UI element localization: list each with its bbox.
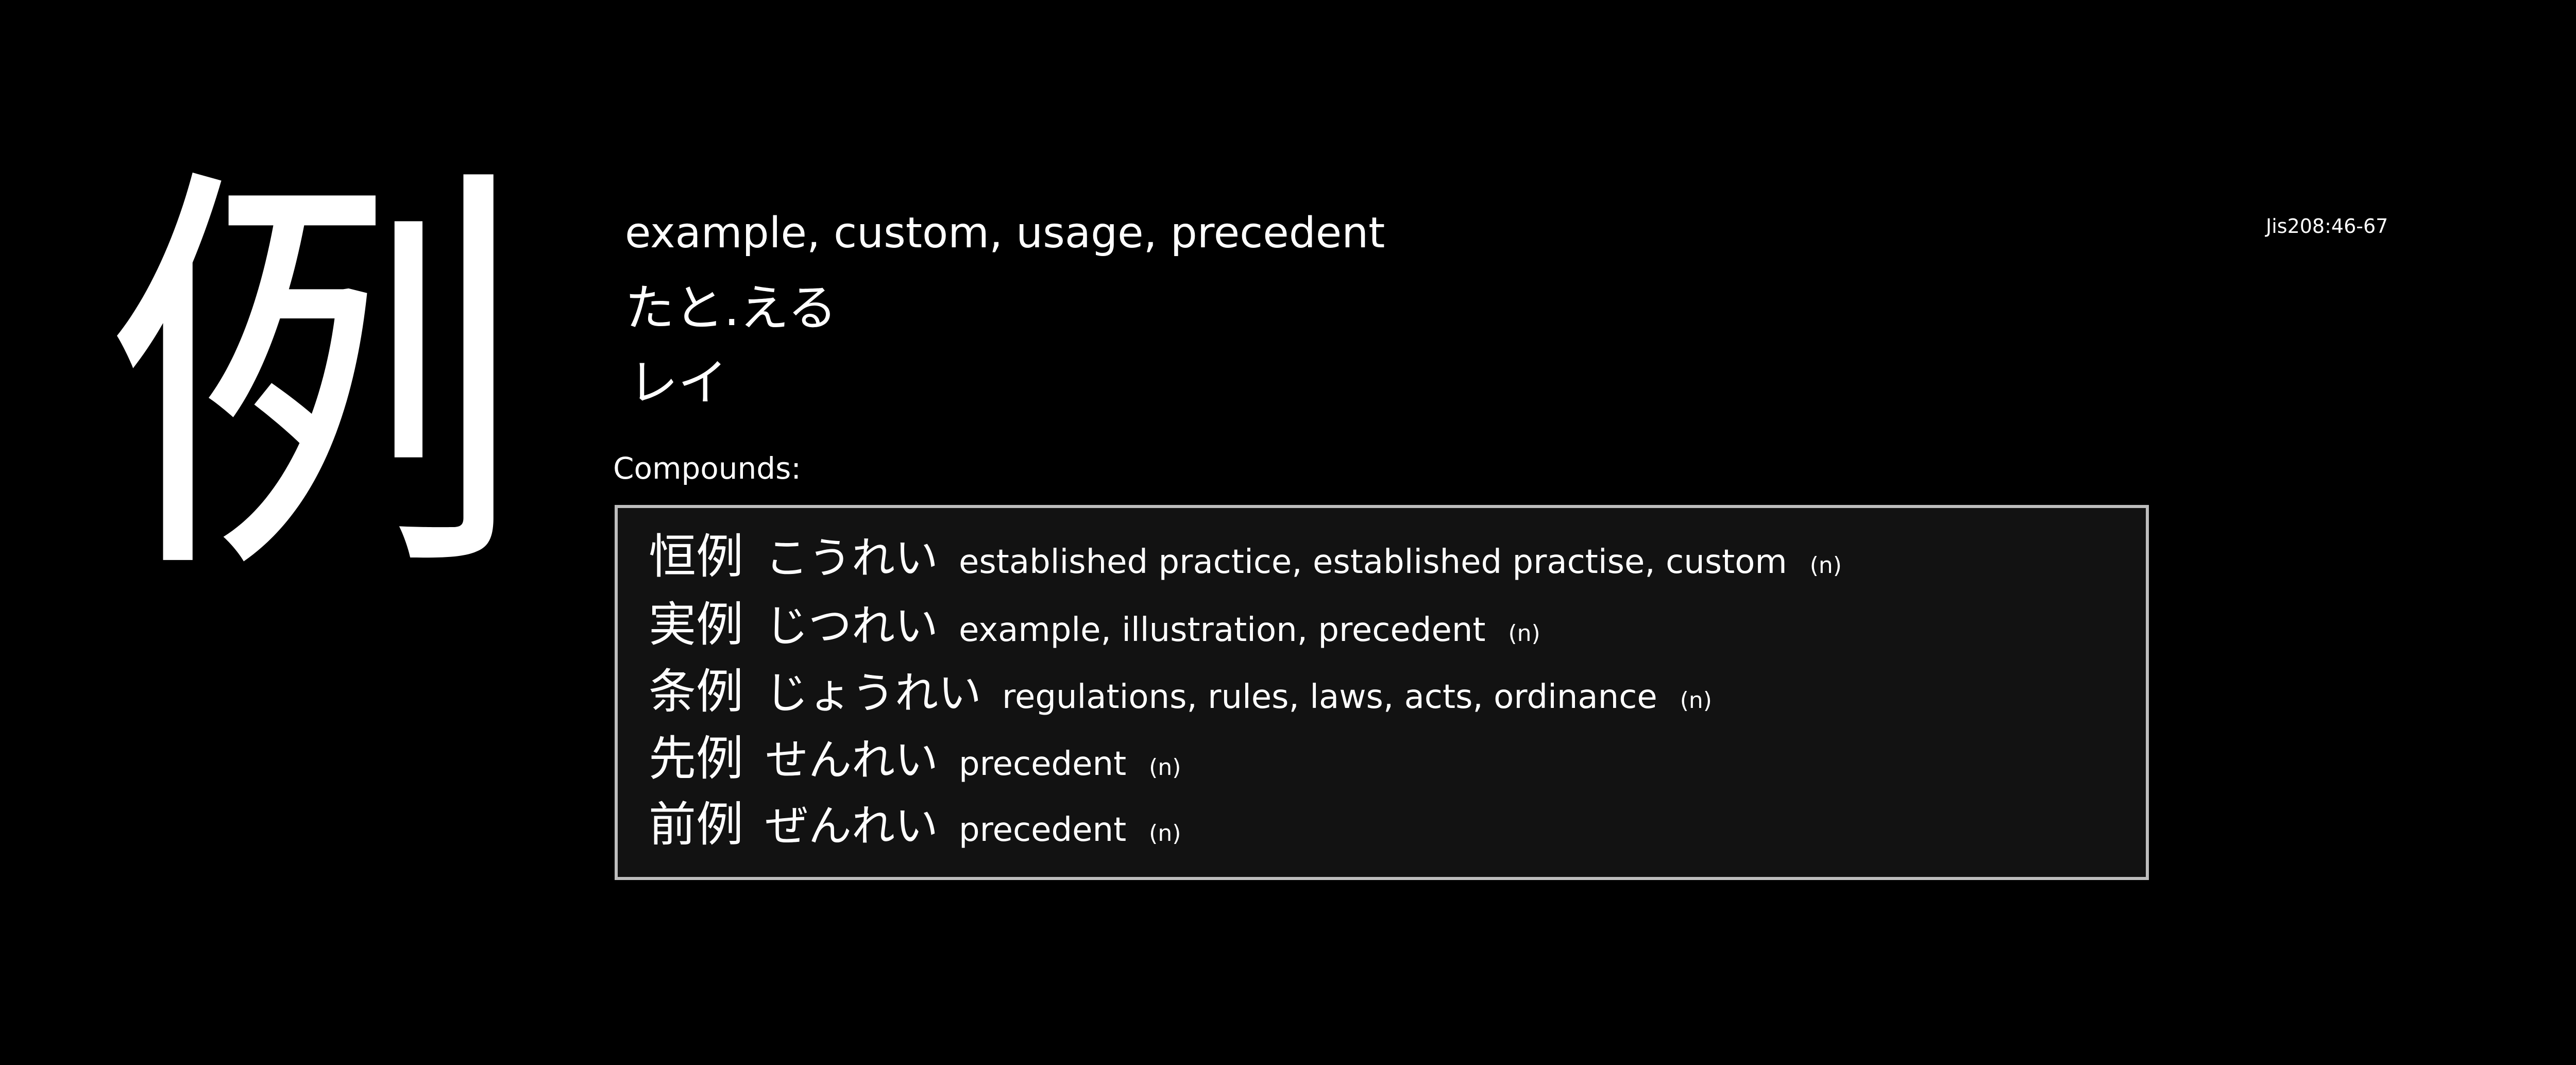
- compounds-list: 恒例 こうれい established practice, establishe…: [615, 505, 2149, 880]
- compound-reading: せんれい: [765, 735, 939, 785]
- compound-item: 条例 じょうれい regulations, rules, laws, acts,…: [649, 653, 1712, 719]
- compound-part-of-speech: (n): [1149, 754, 1181, 781]
- compound-item: 先例 せんれい precedent (n): [649, 720, 1181, 786]
- compound-reading: じょうれい: [765, 668, 982, 718]
- compound-item: 前例 ぜんれい precedent (n): [649, 786, 1181, 852]
- compound-kanji: 恒例: [649, 529, 744, 584]
- compound-part-of-speech: (n): [1809, 552, 1842, 579]
- main-kanji: 例: [103, 136, 526, 627]
- compound-item: 恒例 こうれい established practice, establishe…: [649, 518, 1842, 584]
- kanji-meaning: example, custom, usage, precedent: [625, 209, 1385, 258]
- compound-reading: こうれい: [765, 533, 939, 583]
- compound-gloss: example, illustration, precedent: [959, 611, 1486, 649]
- compound-reading: じつれい: [765, 601, 939, 651]
- compound-part-of-speech: (n): [1149, 820, 1181, 847]
- compound-kanji: 条例: [649, 664, 744, 719]
- compound-kanji: 前例: [649, 797, 744, 852]
- compound-kanji: 実例: [649, 597, 744, 652]
- compound-gloss: precedent: [959, 811, 1127, 849]
- compound-reading: ぜんれい: [765, 801, 939, 851]
- compound-gloss: established practice, established practi…: [959, 543, 1787, 581]
- compound-gloss: precedent: [959, 745, 1127, 783]
- on-reading: レイ: [629, 354, 727, 412]
- compound-gloss: regulations, rules, laws, acts, ordinanc…: [1002, 678, 1657, 716]
- compounds-label: Compounds:: [613, 451, 801, 486]
- compound-kanji: 先例: [649, 731, 744, 786]
- compound-part-of-speech: (n): [1680, 687, 1712, 714]
- compound-part-of-speech: (n): [1508, 620, 1540, 647]
- jis-code: Jis208:46-67: [2266, 215, 2388, 238]
- kun-reading: たと.える: [625, 279, 837, 337]
- compound-item: 実例 じつれい example, illustration, precedent…: [649, 586, 1540, 652]
